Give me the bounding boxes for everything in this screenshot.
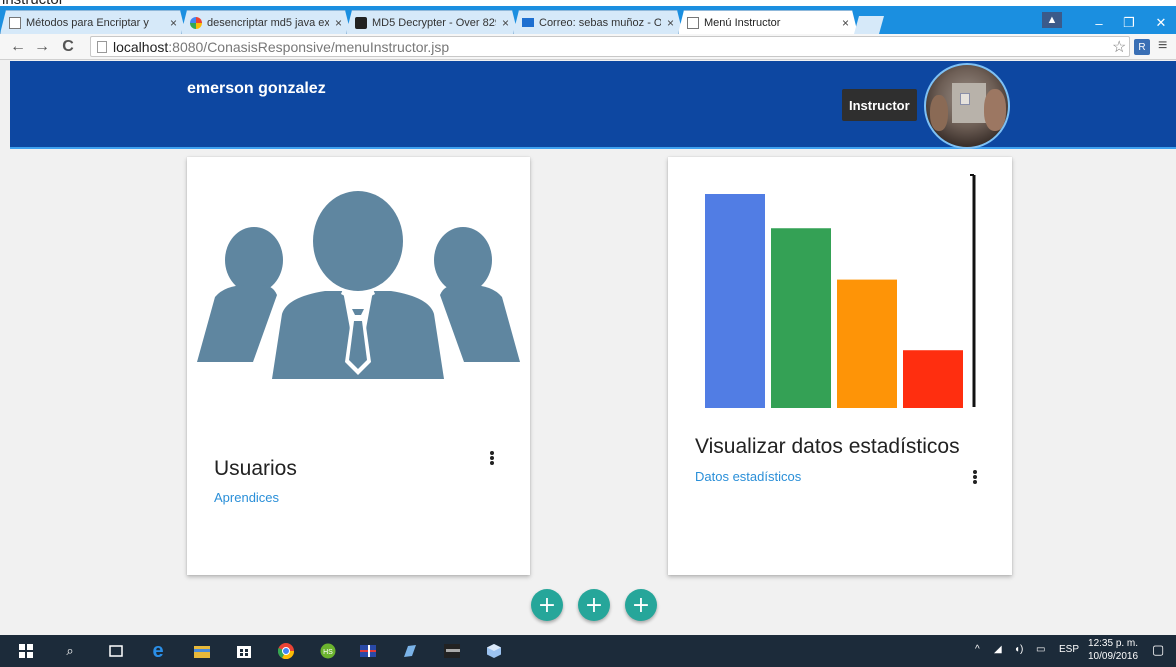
bookmark-star-icon[interactable]: ☆ <box>1112 37 1126 57</box>
task-view-icon[interactable] <box>108 643 124 659</box>
users-card-link[interactable]: Aprendices <box>214 490 279 505</box>
browser-menu-icon[interactable]: ≡ <box>1158 37 1167 55</box>
virtualbox-icon[interactable] <box>486 643 502 659</box>
restore-button[interactable]: ❐ <box>1114 12 1144 34</box>
chrome-icon[interactable] <box>278 643 294 659</box>
stats-chart-bar-4 <box>903 350 963 408</box>
system-clock[interactable]: 12:35 p. m. 10/09/2016 <box>1088 637 1138 663</box>
tab-close-icon[interactable]: × <box>667 16 674 30</box>
close-window-button[interactable]: ✕ <box>1146 12 1176 34</box>
stats-card-more-icon[interactable] <box>967 468 983 486</box>
tab-title: desencriptar md5 java exa <box>207 16 329 29</box>
page-info-icon[interactable] <box>97 41 107 53</box>
address-bar[interactable]: localhost:8080/ConasisResponsive/menuIns… <box>90 36 1130 57</box>
tray-chevron-icon[interactable]: ^ <box>975 644 980 655</box>
fab-button-3[interactable]: + <box>625 589 657 621</box>
new-tab-button[interactable] <box>854 16 884 34</box>
tab-title: Métodos para Encriptar y <box>26 16 149 29</box>
tab-close-icon[interactable]: × <box>502 16 509 30</box>
browser-tab-4[interactable]: Correo: sebas muñoz - Ou × <box>513 10 683 34</box>
avatar-photo-person-right <box>984 89 1006 131</box>
page-icon <box>9 17 21 29</box>
battery-icon[interactable]: ▭ <box>1036 644 1045 655</box>
tab-title: MD5 Decrypter - Over 829 <box>372 16 496 29</box>
site-logo-icon <box>355 17 367 29</box>
google-icon <box>190 17 202 29</box>
minimize-button[interactable]: – <box>1084 12 1114 34</box>
browser-toolbar: ← → C localhost:8080/ConasisResponsive/m… <box>0 34 1176 60</box>
notifications-icon[interactable]: ▢ <box>1152 642 1164 658</box>
stats-chart-icon <box>705 174 976 408</box>
users-card-title: Usuarios <box>214 457 297 480</box>
mail-icon <box>522 18 534 27</box>
avatar[interactable] <box>924 63 1010 149</box>
main-content: Usuarios Aprendices Visualizar datos est… <box>10 151 1176 635</box>
svg-text:HS: HS <box>323 649 333 656</box>
tab-close-icon[interactable]: × <box>842 16 849 30</box>
role-tooltip: Instructor <box>842 89 917 121</box>
language-indicator[interactable]: ESP <box>1059 644 1079 655</box>
wifi-icon[interactable]: ◢ <box>994 644 1002 655</box>
browser-tab-1[interactable]: Métodos para Encriptar y × <box>0 10 186 34</box>
forward-arrow-icon[interactable]: → <box>32 37 52 57</box>
tab-close-icon[interactable]: × <box>335 16 342 30</box>
hotspot-shield-icon[interactable]: HS <box>320 643 336 659</box>
file-explorer-icon[interactable] <box>194 643 210 659</box>
tab-close-icon[interactable]: × <box>170 16 177 30</box>
url-host: localhost <box>113 38 169 55</box>
clock-date: 10/09/2016 <box>1088 651 1139 662</box>
users-card[interactable]: Usuarios Aprendices <box>187 157 530 575</box>
stats-card-title: Visualizar datos estadísticos <box>695 435 960 458</box>
stats-card[interactable]: Visualizar datos estadísticos Datos esta… <box>668 157 1012 575</box>
browser-tab-strip: Métodos para Encriptar y × desencriptar … <box>0 6 1176 34</box>
volume-icon[interactable]: ◖) <box>1014 644 1023 655</box>
pen-tool-icon[interactable] <box>402 643 418 659</box>
stats-chart-bar-2 <box>771 228 831 408</box>
store-icon[interactable] <box>236 643 252 659</box>
url-path: :8080/ConasisResponsive/menuInstructor.j… <box>168 38 450 55</box>
edge-browser-icon[interactable]: e <box>150 640 166 662</box>
reload-icon[interactable]: C <box>58 37 78 57</box>
stats-chart-bar-1 <box>705 194 765 408</box>
users-icon <box>197 191 520 379</box>
windows-start-icon[interactable] <box>18 643 34 659</box>
app-header: emerson gonzalez Instructor <box>10 61 1176 149</box>
page-icon <box>687 17 699 29</box>
os-taskbar: ⌕ e HS ^ ◢ ◖) ▭ ESP 12:35 p. m. 10/09/20… <box>0 635 1176 667</box>
profile-badge-icon[interactable]: ▲ <box>1042 12 1062 28</box>
clock-time: 12:35 p. m. <box>1088 638 1139 649</box>
search-icon[interactable]: ⌕ <box>62 643 78 659</box>
browser-tab-active[interactable]: Menú Instructor × <box>678 10 858 34</box>
users-card-more-icon[interactable] <box>484 449 500 467</box>
flag-app-icon[interactable] <box>360 643 376 659</box>
stats-card-link[interactable]: Datos estadísticos <box>695 469 801 484</box>
user-name: emerson gonzalez <box>187 80 326 97</box>
fab-button-2[interactable]: + <box>578 589 610 621</box>
editor-app-icon[interactable] <box>444 643 460 659</box>
avatar-photo-person-left <box>930 95 948 131</box>
browser-tab-3[interactable]: MD5 Decrypter - Over 829 × <box>346 10 518 34</box>
stats-chart-bar-3 <box>837 279 897 408</box>
tab-title: Menú Instructor <box>704 16 781 29</box>
browser-tab-2[interactable]: desencriptar md5 java exa × <box>181 10 351 34</box>
avatar-photo-poster <box>960 93 970 105</box>
back-arrow-icon[interactable]: ← <box>8 37 28 57</box>
tab-title: Correo: sebas muñoz - Ou <box>539 16 661 29</box>
fab-button-1[interactable]: + <box>531 589 563 621</box>
extension-icon[interactable]: R <box>1134 39 1150 55</box>
